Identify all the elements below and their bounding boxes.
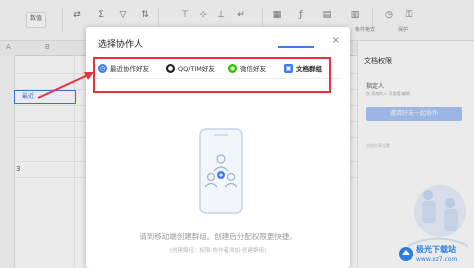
watermark-logo-icon: [399, 247, 413, 261]
active-tab-indicator: [278, 46, 314, 48]
close-icon[interactable]: ×: [332, 36, 340, 46]
highlight-box: [93, 57, 331, 93]
site-watermark: 极光下载站 www.xz7.com: [398, 244, 472, 266]
create-group-path-hint: (创建路径：权限-协作者添加-创建群组): [169, 248, 267, 254]
dialog-title: 选择协作人: [98, 40, 144, 50]
empty-state-message: 请到移动端创建群组。创建后分配权限更快捷。: [139, 232, 297, 241]
watermark-url: www.xz7.com: [416, 256, 458, 263]
mobile-group-illustration: [199, 128, 243, 214]
watermark-brand: 极光下载站: [416, 245, 456, 254]
